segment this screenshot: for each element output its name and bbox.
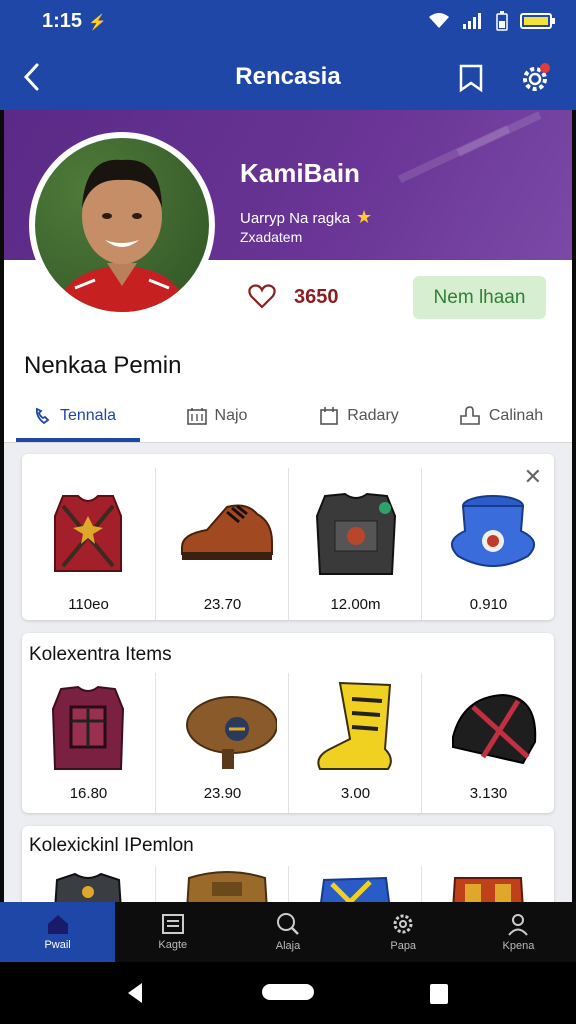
nav-item-pwail[interactable]: Pwail	[0, 902, 116, 962]
home-icon	[47, 915, 68, 934]
nav-item-kpena[interactable]: Kpena	[461, 902, 576, 962]
tab-radary[interactable]: Radary	[288, 390, 430, 442]
store-icon	[161, 914, 184, 934]
tab-label: Tennala	[59, 407, 117, 424]
item-card: ✕ 110eo 23.70 12.00m 0.910	[22, 454, 554, 620]
nav-label: Pwail	[44, 939, 71, 951]
app-bar: Rencasia	[0, 46, 576, 110]
follow-button[interactable]: Nem lhaan	[413, 276, 546, 319]
black-helmet-icon	[452, 693, 537, 765]
avatar-photo	[35, 138, 209, 312]
search-icon	[277, 913, 299, 935]
status-bar: 1:15 ⚡	[0, 0, 576, 46]
items-list[interactable]: ✕ 110eo 23.70 12.00m 0.910 Kolexentra It…	[4, 443, 572, 902]
nav-label: Alaja	[275, 940, 301, 952]
signal-icon	[463, 13, 481, 29]
nav-item-alaja[interactable]: Alaja	[230, 902, 345, 962]
tab-calinah[interactable]: Calinah	[430, 390, 572, 442]
user-name: KamiBain	[240, 158, 360, 188]
tab-tennala[interactable]: Tennala	[4, 390, 146, 442]
item-grid: 16.80 23.90 3.00 3.130	[22, 673, 554, 813]
brown-hat-icon	[186, 696, 277, 769]
item-tile[interactable]	[421, 866, 554, 902]
card-title: Kolexickinl IPemlon	[29, 835, 194, 856]
item-tile[interactable]: 110eo	[22, 468, 155, 620]
user-icon	[508, 914, 529, 936]
item-price: 23.70	[203, 596, 242, 613]
red-vest-icon	[54, 495, 122, 572]
nav-item-kagte[interactable]: Kagte	[115, 902, 230, 962]
item-tile[interactable]: 3.130	[421, 673, 554, 813]
likes-count: 3650	[294, 285, 339, 308]
blue-pot-icon	[450, 495, 536, 567]
tab-label: Calinah	[488, 407, 544, 424]
notification-icon: ⚡	[88, 14, 107, 31]
tab-najo[interactable]: Najo	[146, 390, 288, 442]
item-grid	[22, 866, 554, 902]
item-tile[interactable]: 23.90	[155, 673, 288, 813]
brown-shoe-icon	[181, 504, 273, 560]
user-subtitle-secondary: Zxadatem	[240, 229, 303, 245]
section-title: Nenkaa Pemin	[24, 352, 182, 379]
calendar-icon	[320, 407, 339, 425]
gray-vest-icon	[54, 872, 122, 902]
page-title: Rencasia	[235, 63, 341, 90]
nav-label: Papa	[390, 940, 417, 952]
item-price: 23.90	[203, 785, 242, 802]
item-tile[interactable]	[22, 866, 155, 902]
status-time: 1:15	[42, 10, 83, 32]
yellow-boot-icon	[317, 681, 392, 770]
item-tile[interactable]	[288, 866, 421, 902]
wifi-icon	[429, 13, 449, 28]
nav-label: Kagte	[158, 939, 188, 951]
puzzle-icon	[460, 406, 480, 425]
armor-vest-icon	[315, 492, 397, 575]
status-icons	[428, 11, 556, 31]
item-grid: 110eo 23.70 12.00m 0.910	[22, 468, 554, 620]
system-nav-bar	[0, 962, 576, 1024]
card-title: Kolexentra Items	[29, 644, 172, 665]
heart-icon[interactable]	[248, 284, 276, 310]
phone-icon	[35, 407, 50, 425]
gear-icon[interactable]	[520, 61, 552, 95]
tab-bar: Tennala Najo Radary Calinah	[4, 390, 572, 442]
star-icon: ★	[356, 207, 373, 227]
nav-item-papa[interactable]: Papa	[346, 902, 461, 962]
tab-label: Najo	[214, 407, 248, 424]
item-price: 3.130	[469, 785, 508, 802]
item-price: 16.80	[69, 785, 108, 802]
settings-icon	[393, 914, 413, 934]
item-tile[interactable]: 16.80	[22, 673, 155, 813]
tan-backpack-icon	[186, 871, 268, 902]
user-subtitle: Uarryp Na ragka ★	[240, 207, 372, 228]
bookmark-icon[interactable]	[458, 63, 484, 93]
calendar-grid-icon	[186, 408, 207, 425]
red-backpack-icon	[452, 877, 524, 902]
item-card: Kolexickinl IPemlon	[22, 826, 554, 902]
item-tile[interactable]: 12.00m	[288, 468, 421, 620]
item-tile[interactable]: 0.910	[421, 468, 554, 620]
item-price: 3.00	[340, 785, 371, 802]
nav-label: Kpena	[502, 940, 535, 952]
item-tile[interactable]	[155, 866, 288, 902]
battery-icon	[520, 13, 555, 29]
item-tile[interactable]: 3.00	[288, 673, 421, 813]
system-recents-button[interactable]	[430, 984, 448, 1004]
battery-saver-icon	[496, 11, 508, 31]
system-home-button[interactable]	[262, 984, 314, 1000]
item-price: 110eo	[68, 596, 109, 613]
item-price: 0.910	[469, 596, 508, 613]
user-subtitle-text: Uarryp Na ragka	[240, 210, 351, 227]
system-back-icon[interactable]	[126, 982, 144, 1004]
item-tile[interactable]: 23.70	[155, 468, 288, 620]
tab-label: Radary	[347, 407, 399, 424]
avatar[interactable]	[29, 132, 215, 318]
bottom-nav: Pwail Kagte Alaja Papa Kpena	[0, 902, 576, 962]
maroon-vest-icon	[51, 685, 125, 770]
item-price: 12.00m	[330, 596, 381, 613]
likes[interactable]: 3650	[248, 284, 339, 310]
item-card: Kolexentra Items 16.80 23.90 3.00 3.130	[22, 633, 554, 813]
blue-armor-icon	[320, 876, 391, 902]
